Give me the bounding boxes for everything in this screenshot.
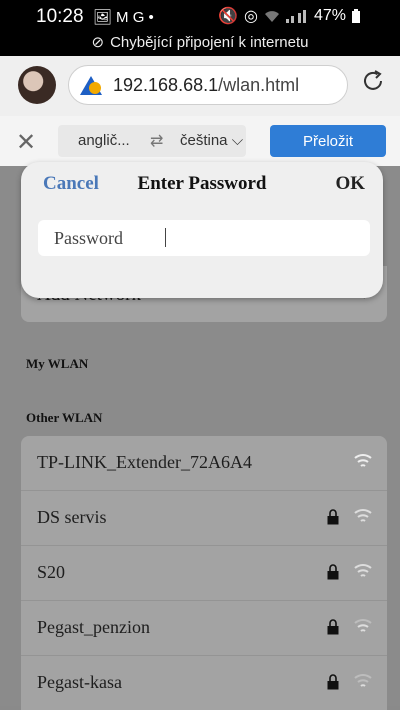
network-name: S20 xyxy=(37,562,66,582)
offline-notice: ⊘ Chybějící připojení k internetu xyxy=(91,34,309,51)
avatar[interactable] xyxy=(18,66,56,104)
wifi-icon xyxy=(354,564,372,577)
url-text: 192.168.68.1/wlan.html xyxy=(113,75,300,95)
other-wlan-header: Other WLAN xyxy=(26,410,103,425)
network-row[interactable]: TP-LINK_Extender_72A6A4 xyxy=(21,436,387,491)
hotspot-icon: ◎ xyxy=(244,8,258,25)
status-bar: 10:28 🖼 M G • 🔇 ◎ 47% ⊘ Chybějící připoje… xyxy=(0,0,400,56)
network-name: Pegast-kasa xyxy=(37,672,122,692)
url-field[interactable]: 192.168.68.1/wlan.html xyxy=(68,65,348,105)
wifi-icon xyxy=(354,619,372,632)
translate-button[interactable]: Přeložit xyxy=(270,125,386,157)
mute-icon: 🔇 xyxy=(218,8,238,25)
network-row[interactable]: S20 xyxy=(21,546,387,601)
status-icons: 🔇 ◎ 47% xyxy=(218,6,360,26)
network-name: DS servis xyxy=(37,507,107,527)
lock-icon xyxy=(327,564,339,580)
reload-icon[interactable] xyxy=(360,68,386,94)
password-input[interactable]: Password xyxy=(38,220,370,256)
close-icon[interactable]: ✕ xyxy=(16,128,36,157)
network-row[interactable]: Pegast-kasa xyxy=(21,656,387,710)
lock-icon xyxy=(327,509,339,525)
dialog-title: Enter Password xyxy=(137,173,267,194)
network-row[interactable]: Pegast_penzion xyxy=(21,601,387,656)
battery-percent: 47% xyxy=(313,7,346,24)
ok-button[interactable]: OK xyxy=(335,173,365,195)
lock-icon xyxy=(327,619,339,635)
network-list: TP-LINK_Extender_72A6A4 DS servis S20 Pe… xyxy=(21,436,387,710)
wifi-icon xyxy=(354,454,372,467)
wifi-icon xyxy=(354,674,372,687)
network-name: Pegast_penzion xyxy=(37,617,150,637)
target-language[interactable]: čeština ⌵ xyxy=(180,132,243,149)
source-language[interactable]: anglič... xyxy=(78,132,130,149)
notification-icons: 🖼 M G • xyxy=(92,9,154,26)
password-dialog: Cancel Enter Password OK Password xyxy=(21,162,383,298)
my-wlan-header: My WLAN xyxy=(26,356,89,371)
translate-bar: ✕ anglič... ⇄ čeština ⌵ Přeložit xyxy=(0,116,400,167)
lock-icon xyxy=(327,674,339,690)
wifi-icon xyxy=(354,509,372,522)
status-time: 10:28 🖼 M G • xyxy=(36,6,154,27)
browser-address-bar: 192.168.68.1/wlan.html xyxy=(0,56,400,116)
wifi-status-icon xyxy=(264,11,279,22)
network-name: TP-LINK_Extender_72A6A4 xyxy=(37,452,252,472)
language-selector[interactable]: anglič... ⇄ čeština ⌵ xyxy=(58,125,246,157)
password-placeholder: Password xyxy=(54,228,124,248)
site-warning-icon[interactable] xyxy=(79,74,103,98)
signal-icon xyxy=(285,10,306,23)
swap-languages-icon[interactable]: ⇄ xyxy=(150,131,163,151)
battery-icon xyxy=(352,9,360,23)
network-row[interactable]: DS servis xyxy=(21,491,387,546)
no-connection-icon: ⊘ xyxy=(91,34,105,51)
text-caret xyxy=(165,228,166,247)
